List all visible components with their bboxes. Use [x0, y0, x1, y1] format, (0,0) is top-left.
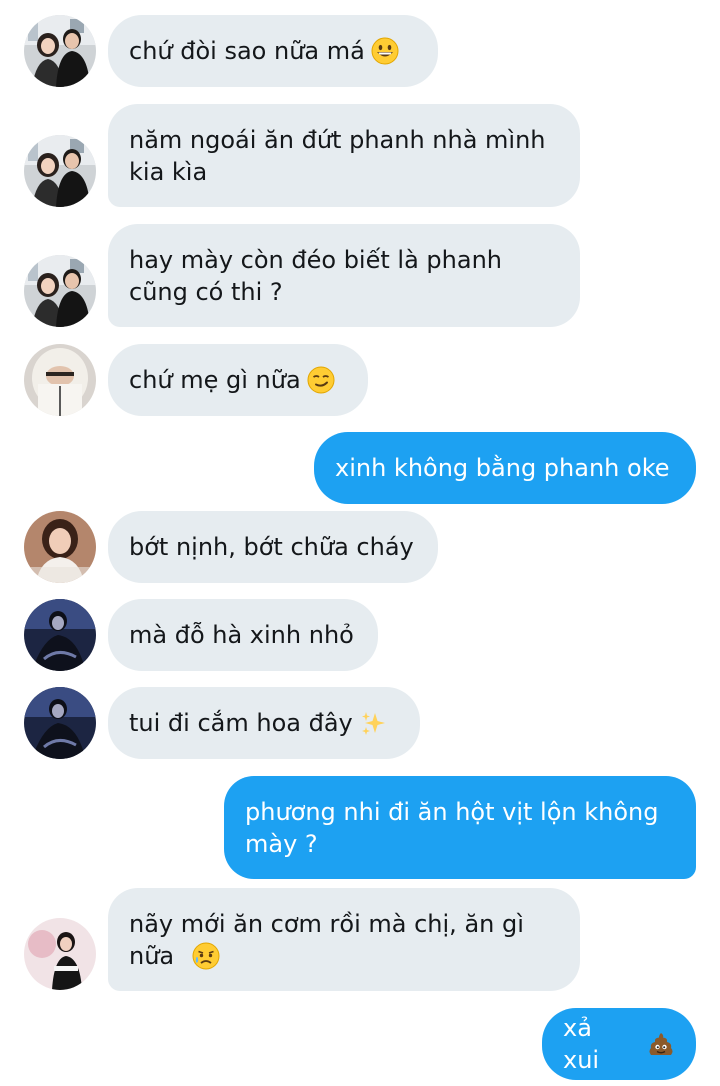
- avatar[interactable]: [24, 511, 96, 583]
- avatar[interactable]: [24, 135, 96, 207]
- message-bubble[interactable]: mà đỗ hà xinh nhỏ: [108, 599, 378, 671]
- message-text: bớt nịnh, bớt chữa cháy: [129, 533, 414, 561]
- message-text: phương nhi đi ăn hột vịt lộn không mày ?: [245, 797, 659, 858]
- avatar[interactable]: [24, 599, 96, 671]
- message-text: chứ đòi sao nữa má: [129, 37, 365, 65]
- sparkles-icon: [359, 709, 387, 737]
- sad-but-relieved-face-icon: [192, 942, 220, 970]
- message-text: xả xui: [563, 1014, 600, 1074]
- message-text: tui đi cắm hoa đây: [129, 709, 353, 737]
- grinning-face-icon: [371, 37, 399, 65]
- message-text: chứ mẹ gì nữa: [129, 366, 301, 394]
- pile-of-poo-icon: [647, 1030, 675, 1058]
- avatar[interactable]: [24, 687, 96, 759]
- message-text: nãy mới ăn cơm rồi mà chị, ăn gì nữa: [129, 909, 524, 970]
- avatar[interactable]: [24, 918, 96, 990]
- message-bubble[interactable]: hay mày còn đéo biết là phanh cũng có th…: [108, 224, 580, 327]
- avatar[interactable]: [24, 344, 96, 416]
- message-bubble[interactable]: chứ đòi sao nữa má: [108, 15, 438, 87]
- message-bubble[interactable]: xả xui: [542, 1008, 696, 1080]
- message-text: năm ngoái ăn đứt phanh nhà mình kia kìa: [129, 125, 546, 186]
- message-bubble[interactable]: nãy mới ăn cơm rồi mà chị, ăn gì nữa: [108, 888, 580, 991]
- message-bubble[interactable]: phương nhi đi ăn hột vịt lộn không mày ?: [224, 776, 696, 879]
- avatar[interactable]: [24, 255, 96, 327]
- message-text: mà đỗ hà xinh nhỏ: [129, 621, 354, 649]
- message-bubble[interactable]: bớt nịnh, bớt chữa cháy: [108, 511, 438, 583]
- message-bubble[interactable]: xinh không bằng phanh oke: [314, 432, 696, 504]
- avatar[interactable]: [24, 15, 96, 87]
- message-bubble[interactable]: năm ngoái ăn đứt phanh nhà mình kia kìa: [108, 104, 580, 207]
- message-text: xinh không bằng phanh oke: [335, 454, 670, 482]
- message-bubble[interactable]: tui đi cắm hoa đây: [108, 687, 420, 759]
- message-bubble[interactable]: chứ mẹ gì nữa: [108, 344, 368, 416]
- message-text: hay mày còn đéo biết là phanh cũng có th…: [129, 245, 502, 306]
- smirking-face-icon: [307, 366, 335, 394]
